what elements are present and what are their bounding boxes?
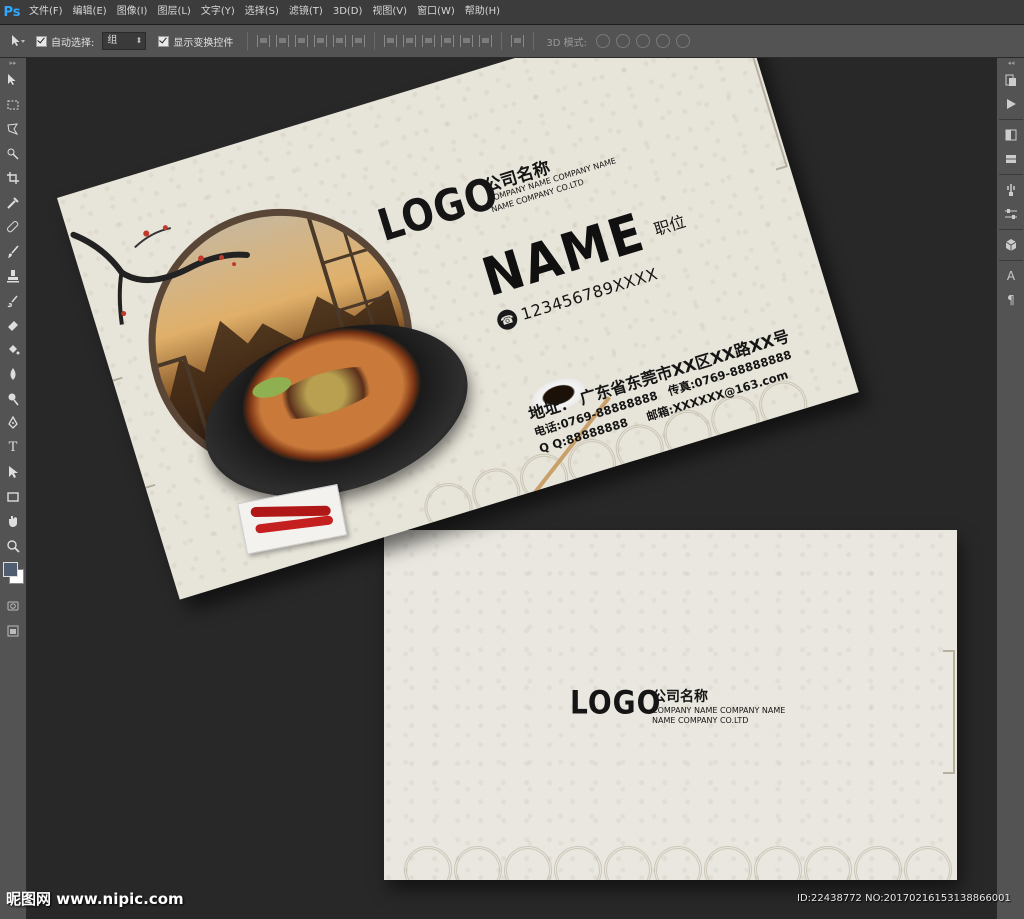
back-company-name-en-1: COMPANY NAME COMPANY NAME: [652, 706, 786, 715]
3d-scale-icon[interactable]: [676, 34, 690, 48]
type-tool-icon[interactable]: T: [0, 436, 26, 461]
divider: [999, 174, 1023, 175]
brush-presets-icon[interactable]: [997, 178, 1024, 202]
options-bar: 自动选择: 组 ⬍ 显示变换控件 3D 模式:: [0, 25, 1024, 58]
adjustments-panel-icon[interactable]: [997, 123, 1024, 147]
align-bottom-icon[interactable]: [295, 35, 309, 47]
divider: [533, 32, 535, 50]
business-card-back: LOGO 公司名称 COMPANY NAME COMPANY NAME NAME…: [384, 530, 957, 880]
chevron-down-icon: ⬍: [135, 36, 143, 45]
3d-panel-icon[interactable]: [997, 233, 1024, 257]
eyedropper-tool-icon[interactable]: [0, 191, 26, 216]
rectangle-tool-icon[interactable]: [0, 485, 26, 510]
distribute-bottom-icon[interactable]: [422, 35, 436, 47]
distribute-vcenter-icon[interactable]: [403, 35, 417, 47]
distribute-right-icon[interactable]: [479, 35, 493, 47]
blur-tool-icon[interactable]: [0, 362, 26, 387]
divider: [501, 32, 503, 50]
menu-view[interactable]: 视图(V): [367, 0, 412, 24]
photoshop-logo: Ps: [3, 4, 21, 20]
healing-brush-tool-icon[interactable]: [0, 215, 26, 240]
3d-mode-label: 3D 模式:: [546, 37, 587, 49]
menu-3d[interactable]: 3D(D): [328, 0, 368, 24]
panel-grip-icon[interactable]: ◂◂: [997, 58, 1024, 68]
distribute-top-icon[interactable]: [384, 35, 398, 47]
show-transform-label: 显示变换控件: [173, 37, 234, 49]
lasso-tool-icon[interactable]: [0, 117, 26, 142]
hand-tool-icon[interactable]: [0, 509, 26, 534]
divider: [999, 260, 1023, 261]
dodge-tool-icon[interactable]: [0, 387, 26, 412]
3d-roll-icon[interactable]: [616, 34, 630, 48]
divider: [999, 229, 1023, 230]
align-vcenter-icon[interactable]: [276, 35, 290, 47]
3d-slide-icon[interactable]: [656, 34, 670, 48]
marquee-tool-icon[interactable]: [0, 93, 26, 118]
properties-panel-icon[interactable]: [997, 202, 1024, 226]
menu-type[interactable]: 文字(Y): [196, 0, 240, 24]
auto-select-label: 自动选择:: [51, 37, 95, 49]
checkbox-box[interactable]: [36, 35, 47, 47]
color-swatches: [0, 558, 26, 594]
auto-select-checkbox[interactable]: 自动选择:: [36, 34, 94, 49]
menu-window[interactable]: 窗口(W): [412, 0, 460, 24]
history-panel-icon[interactable]: [997, 68, 1024, 92]
clone-stamp-tool-icon[interactable]: [0, 264, 26, 289]
foreground-color-swatch[interactable]: [3, 562, 18, 577]
collapsed-panels: ◂◂ A ¶: [996, 58, 1024, 919]
auto-select-dropdown[interactable]: 组 ⬍: [102, 32, 147, 50]
screen-mode-icon[interactable]: [0, 619, 26, 644]
menu-edit[interactable]: 编辑(E): [68, 0, 112, 24]
distribute-hcenter-icon[interactable]: [460, 35, 474, 47]
crop-tool-icon[interactable]: [0, 166, 26, 191]
brush-tool-icon[interactable]: [0, 240, 26, 265]
divider: [247, 32, 249, 50]
back-logo: LOGO: [570, 683, 662, 722]
menu-file[interactable]: 文件(F): [24, 0, 68, 24]
menu-help[interactable]: 帮助(H): [460, 0, 505, 24]
align-left-icon[interactable]: [314, 35, 328, 47]
styles-panel-icon[interactable]: [997, 147, 1024, 171]
checkbox-box[interactable]: [158, 35, 170, 47]
auto-select-value: 组: [107, 35, 118, 46]
move-tool-icon[interactable]: [0, 68, 26, 93]
panel-grip-icon[interactable]: ▸▸: [0, 58, 26, 68]
auto-align-icon[interactable]: [511, 35, 525, 47]
image-id-watermark: ID:22438772 NO:20170216153138866001: [797, 893, 1011, 904]
menu-select[interactable]: 选择(S): [240, 0, 284, 24]
coin-pattern: [384, 844, 957, 880]
play-actions-icon[interactable]: [997, 92, 1024, 116]
show-transform-checkbox[interactable]: 显示变换控件: [158, 34, 233, 49]
3d-drag-icon[interactable]: [636, 34, 650, 48]
back-company-name-en-2: NAME COMPANY CO.LTD: [652, 716, 749, 725]
align-top-icon[interactable]: [257, 35, 271, 47]
path-select-tool-icon[interactable]: [0, 460, 26, 485]
zoom-tool-icon[interactable]: [0, 534, 26, 559]
menu-image[interactable]: 图像(I): [112, 0, 153, 24]
divider: [999, 119, 1023, 120]
paragraph-panel-icon[interactable]: ¶: [997, 288, 1024, 312]
menu-layer[interactable]: 图层(L): [152, 0, 195, 24]
back-company-name-cn: 公司名称: [652, 689, 708, 705]
pen-tool-icon[interactable]: [0, 411, 26, 436]
quick-mask-icon[interactable]: [0, 594, 26, 619]
menu-bar: Ps 文件(F) 编辑(E) 图像(I) 图层(L) 文字(Y) 选择(S) 滤…: [0, 0, 1024, 25]
character-panel-icon[interactable]: A: [997, 264, 1024, 288]
eraser-tool-icon[interactable]: [0, 313, 26, 338]
site-watermark: 昵图网 www.nipic.com: [6, 890, 184, 908]
tools-panel: ▸▸ T: [0, 58, 27, 919]
3d-rotate-icon[interactable]: [596, 34, 610, 48]
document-canvas[interactable]: LOGO 公司名称 COMPANY NAME COMPANY NAME NAME…: [27, 58, 995, 919]
business-card-front: LOGO 公司名称 COMPANY NAME COMPANY NAME NAME…: [57, 58, 859, 600]
move-tool-preset-icon[interactable]: [0, 25, 36, 57]
menu-filter[interactable]: 滤镜(T): [284, 0, 328, 24]
history-brush-tool-icon[interactable]: [0, 289, 26, 314]
paint-bucket-tool-icon[interactable]: [0, 338, 26, 363]
divider: [374, 32, 376, 50]
align-right-icon[interactable]: [352, 35, 366, 47]
fret-border-right: [943, 650, 955, 774]
align-hcenter-icon[interactable]: [333, 35, 347, 47]
distribute-left-icon[interactable]: [441, 35, 455, 47]
quick-select-tool-icon[interactable]: [0, 142, 26, 167]
